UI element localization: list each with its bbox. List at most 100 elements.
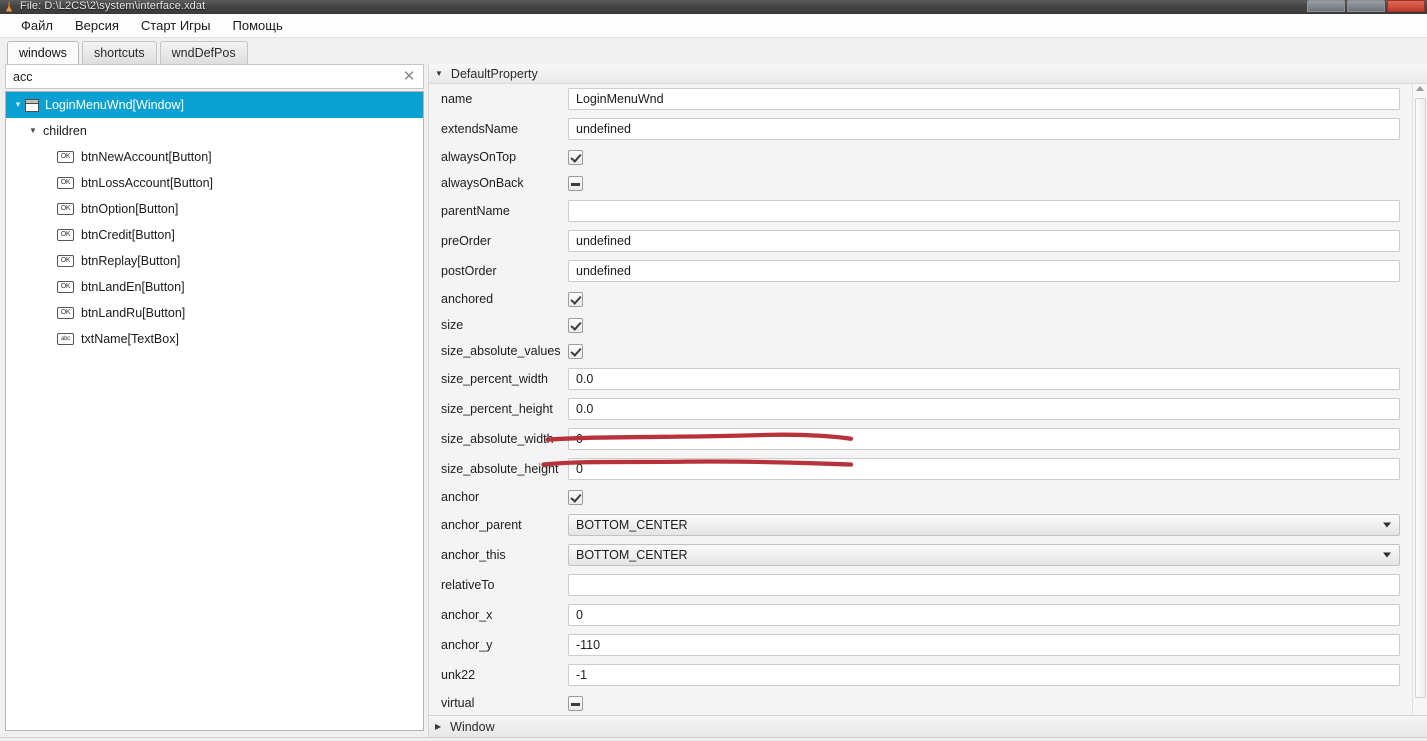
property-label: size_percent_height [441,402,553,416]
size-checkbox[interactable] [568,317,583,333]
chevron-down-icon[interactable] [1383,552,1391,558]
relativeto-field[interactable] [568,574,1400,596]
list-item[interactable]: OK btnLandEn[Button] [6,274,423,300]
tab-bar: windows shortcuts wndDefPos [0,38,1427,64]
anchor-this-value: BOTTOM_CENTER [576,548,688,562]
title-bar: File: D:\L2CS\2\system\interface.xdat [0,0,1427,14]
application-window: File: D:\L2CS\2\system\interface.xdat Фа… [0,0,1427,741]
property-row-parentname: parentName [429,196,1412,226]
anchor-this-select[interactable]: BOTTOM_CENTER [568,544,1400,566]
menu-version[interactable]: Версия [64,15,130,36]
window-controls [1307,0,1425,12]
button-icon: OK [57,255,74,267]
property-row-anchor-this: anchor_this BOTTOM_CENTER [429,540,1412,570]
property-label: alwaysOnBack [441,176,524,190]
tab-wnddefpos[interactable]: wndDefPos [159,41,248,64]
anchored-checkbox[interactable] [568,291,583,307]
app-icon [4,2,15,13]
tree-item-loginmenuwnd[interactable]: ▼ LoginMenuWnd[Window] [6,92,423,118]
property-list-viewport: name extendsName alwaysOnTop alw [429,84,1412,715]
maximize-button[interactable] [1347,0,1385,12]
unk22-field[interactable] [568,664,1400,686]
property-label: anchor_parent [441,518,522,532]
property-row-anchor: anchor [429,484,1412,510]
menu-start-game[interactable]: Старт Игры [130,15,222,36]
property-label: anchor_y [441,638,493,652]
button-icon: OK [57,307,74,319]
property-label: size_absolute_width [441,432,554,446]
textbox-icon: abc [57,333,74,345]
tree-item-children[interactable]: ▼ children [6,118,423,144]
scrollbar-thumb[interactable] [1415,98,1426,698]
chevron-down-icon[interactable]: ▼ [11,101,25,109]
chevron-right-icon[interactable]: ▶ [435,722,441,731]
property-row-unk22: unk22 [429,660,1412,690]
anchor-parent-value: BOTTOM_CENTER [576,518,688,532]
window-group-header[interactable]: ▶ Window [429,715,1427,737]
property-row-relativeto: relativeTo [429,570,1412,600]
button-icon: OK [57,177,74,189]
button-icon: OK [57,229,74,241]
tree-view[interactable]: ▼ LoginMenuWnd[Window] ▼ children OK btn… [5,91,424,731]
property-scroll-area: name extendsName alwaysOnTop alw [429,84,1427,715]
list-item[interactable]: OK btnLossAccount[Button] [6,170,423,196]
property-row-size-percent-height: size_percent_height [429,394,1412,424]
property-row-size-absolute-height: size_absolute_height [429,454,1412,484]
property-group-header[interactable]: ▼ DefaultProperty [429,64,1427,84]
property-label: alwaysOnTop [441,150,517,164]
tab-windows[interactable]: windows [7,41,79,64]
list-item[interactable]: abc txtName[TextBox] [6,326,423,352]
menu-help[interactable]: Помощь [222,15,294,36]
chevron-down-icon[interactable] [1383,522,1391,528]
main-content: ✕ ▼ LoginMenuWnd[Window] ▼ children OK b… [0,64,1427,737]
postorder-field[interactable] [568,260,1400,282]
clear-search-icon[interactable]: ✕ [401,68,417,84]
property-row-anchor-parent: anchor_parent BOTTOM_CENTER [429,510,1412,540]
anchor-y-field[interactable] [568,634,1400,656]
menu-file[interactable]: Файл [10,15,64,36]
button-icon: OK [57,203,74,215]
size-percent-width-field[interactable] [568,368,1400,390]
virtual-checkbox[interactable] [568,695,583,711]
size-absolute-values-checkbox[interactable] [568,343,583,359]
anchor-parent-select[interactable]: BOTTOM_CENTER [568,514,1400,536]
property-row-size-absolute-values: size_absolute_values [429,338,1412,364]
property-label: relativeTo [441,578,495,592]
search-input[interactable] [5,64,424,89]
property-label: extendsName [441,122,519,136]
alwaysonback-checkbox[interactable] [568,175,583,191]
property-label: anchor_this [441,548,506,562]
chevron-down-icon[interactable]: ▼ [435,69,443,78]
property-scrollbar[interactable] [1412,84,1427,715]
property-row-anchored: anchored [429,286,1412,312]
anchor-checkbox[interactable] [568,489,583,505]
preorder-field[interactable] [568,230,1400,252]
property-label: parentName [441,204,510,218]
close-button[interactable] [1387,0,1425,12]
list-item[interactable]: OK btnCredit[Button] [6,222,423,248]
tab-shortcuts[interactable]: shortcuts [81,41,157,64]
minimize-button[interactable] [1307,0,1345,12]
chevron-down-icon[interactable]: ▼ [26,127,40,135]
scroll-up-icon[interactable] [1416,86,1424,91]
property-row-name: name [429,84,1412,114]
list-item[interactable]: OK btnNewAccount[Button] [6,144,423,170]
property-row-anchor-x: anchor_x [429,600,1412,630]
size-absolute-height-field[interactable] [568,458,1400,480]
size-percent-height-field[interactable] [568,398,1400,420]
extendsname-field[interactable] [568,118,1400,140]
property-row-postorder: postOrder [429,256,1412,286]
menu-bar: Файл Версия Старт Игры Помощь [0,14,1427,38]
name-field[interactable] [568,88,1400,110]
list-item[interactable]: OK btnOption[Button] [6,196,423,222]
list-item[interactable]: OK btnLandRu[Button] [6,300,423,326]
property-label: anchored [441,292,494,306]
list-item[interactable]: OK btnReplay[Button] [6,248,423,274]
alwaysontop-checkbox[interactable] [568,149,583,165]
parentname-field[interactable] [568,200,1400,222]
anchor-x-field[interactable] [568,604,1400,626]
tree-item-label: btnLossAccount[Button] [81,176,214,190]
size-absolute-width-field[interactable] [568,428,1400,450]
tree-item-label: btnOption[Button] [81,202,179,216]
property-label: anchor [441,490,480,504]
